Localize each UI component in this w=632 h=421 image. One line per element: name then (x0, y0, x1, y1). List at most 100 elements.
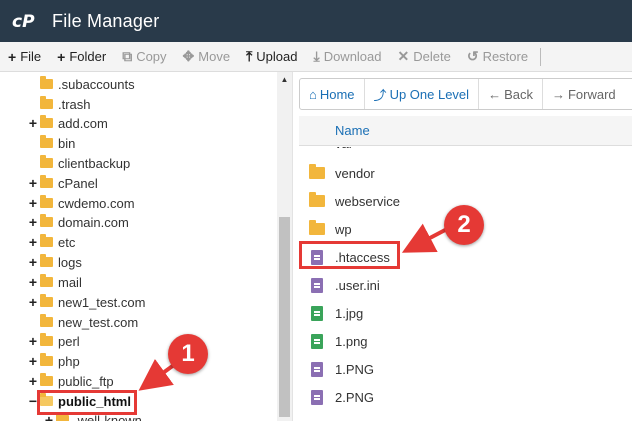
folder-icon (309, 220, 325, 235)
toolbar-divider (540, 47, 542, 66)
highlight-box-public-html (37, 390, 137, 415)
tree-scrollbar[interactable]: ▲ (277, 72, 292, 421)
folder-icon (40, 214, 53, 227)
file-row[interactable]: var (299, 147, 632, 154)
restore-icon: ↺ (466, 48, 479, 64)
directory-tree: .subaccounts .trash + add.com bin client… (0, 72, 292, 421)
file-row[interactable]: 2.PNG (299, 383, 632, 411)
file-row[interactable]: 1.PNG (299, 355, 632, 383)
tree-item-etc[interactable]: etc (40, 232, 75, 252)
tree-item-php[interactable]: php (40, 351, 80, 371)
expand-icon[interactable]: + (28, 272, 38, 292)
image-file-icon (311, 333, 323, 349)
home-button[interactable]: ⌂ Home (300, 79, 364, 109)
tree-item-clientbackup[interactable]: clientbackup (40, 153, 130, 173)
up-one-level-button[interactable]: ⤴ Up One Level (365, 79, 479, 109)
file-row[interactable]: vendor (299, 159, 632, 187)
name-column-header[interactable]: Name (299, 116, 632, 146)
new-file-button[interactable]: + File (0, 42, 49, 72)
folder-icon (40, 195, 53, 208)
folder-icon (40, 314, 53, 327)
tree-item-public-ftp[interactable]: public_ftp (40, 371, 114, 391)
upload-icon: ⤒ (246, 48, 253, 64)
text-file-icon (311, 361, 323, 377)
folder-icon (40, 333, 53, 346)
folder-icon (40, 234, 53, 247)
file-row-clipped: var (299, 147, 632, 154)
navigation-bar: ⌂ Home ⤴ Up One Level ← Back → Forward (299, 78, 632, 110)
folder-icon (309, 192, 325, 207)
home-icon: ⌂ (309, 86, 317, 102)
app-title: File Manager (52, 10, 160, 31)
upload-button[interactable]: ⤒ Upload (238, 42, 305, 72)
tree-item-new1-test-com[interactable]: new1_test.com (40, 292, 145, 312)
folder-icon (40, 353, 53, 366)
text-file-icon (311, 277, 323, 293)
tree-item-cpanel[interactable]: cPanel (40, 173, 98, 193)
forward-button[interactable]: → Forward (543, 79, 625, 109)
cpanel-logo-icon: cP (12, 10, 42, 32)
tree-item-subaccounts[interactable]: .subaccounts (40, 74, 135, 94)
tree-item-add-com[interactable]: add.com (40, 113, 108, 133)
expand-icon[interactable]: + (28, 193, 38, 213)
move-button[interactable]: ✥ Move (175, 42, 239, 72)
expand-icon[interactable]: + (28, 252, 38, 272)
folder-icon (40, 135, 53, 148)
step-badge-2: 2 (444, 205, 484, 245)
folder-icon (40, 254, 53, 267)
image-file-icon (311, 305, 323, 321)
folder-icon (40, 115, 53, 128)
plus-icon: + (8, 48, 17, 65)
tree-item-logs[interactable]: logs (40, 252, 82, 272)
expand-icon[interactable]: + (28, 212, 38, 232)
delete-button[interactable]: ✕ Delete (390, 42, 459, 72)
copy-icon: ⧉ (122, 48, 133, 64)
file-row[interactable]: .user.ini (299, 271, 632, 299)
tree-item-perl[interactable]: perl (40, 331, 80, 351)
expand-icon[interactable]: + (28, 371, 38, 391)
tree-item-bin[interactable]: bin (40, 133, 75, 153)
tree-item-cwdemo-com[interactable]: cwdemo.com (40, 193, 135, 213)
expand-icon[interactable]: + (28, 351, 38, 371)
expand-icon[interactable]: + (28, 173, 38, 193)
tree-item-trash[interactable]: .trash (40, 94, 91, 114)
toolbar: + File + Folder ⧉ Copy ✥ Move ⤒ Upload ⤓… (0, 42, 632, 72)
folder-icon (40, 175, 53, 188)
download-icon: ⤓ (313, 48, 320, 64)
svg-text:cP: cP (12, 12, 35, 31)
file-row[interactable]: 1.png (299, 327, 632, 355)
scrollbar-thumb[interactable] (279, 217, 290, 417)
new-folder-button[interactable]: + Folder (49, 42, 114, 72)
copy-button[interactable]: ⧉ Copy (114, 42, 174, 72)
tree-item-domain-com[interactable]: domain.com (40, 212, 129, 232)
expand-icon[interactable]: + (28, 113, 38, 133)
restore-button[interactable]: ↺ Restore (459, 42, 536, 72)
download-button[interactable]: ⤓ Download (305, 42, 389, 72)
delete-icon: ✕ (397, 48, 410, 64)
plus-icon: + (57, 48, 66, 65)
folder-icon (40, 155, 53, 168)
file-row[interactable]: 1.jpg (299, 299, 632, 327)
folder-icon (40, 76, 53, 89)
scroll-up-icon[interactable]: ▲ (277, 72, 292, 88)
folder-icon (40, 96, 53, 109)
folder-icon (40, 373, 53, 386)
level-up-icon: ⤴ (373, 87, 387, 103)
tree-item-new-test-com[interactable]: new_test.com (40, 312, 138, 332)
tree-item-mail[interactable]: mail (40, 272, 82, 292)
text-file-icon (311, 389, 323, 405)
arrow-right-icon: → (551, 86, 565, 102)
expand-icon[interactable]: + (28, 292, 38, 312)
arrow-left-icon: ← (488, 86, 502, 102)
app-header: cP File Manager (0, 0, 632, 42)
expand-icon[interactable]: + (28, 232, 38, 252)
folder-icon (56, 412, 69, 421)
highlight-box-htaccess (299, 241, 400, 269)
folder-icon (309, 164, 325, 179)
folder-icon (40, 274, 53, 287)
folder-icon (40, 294, 53, 307)
step-badge-1: 1 (168, 334, 208, 374)
back-button[interactable]: ← Back (479, 79, 542, 109)
expand-icon[interactable]: + (28, 331, 38, 351)
move-icon: ✥ (182, 48, 195, 64)
